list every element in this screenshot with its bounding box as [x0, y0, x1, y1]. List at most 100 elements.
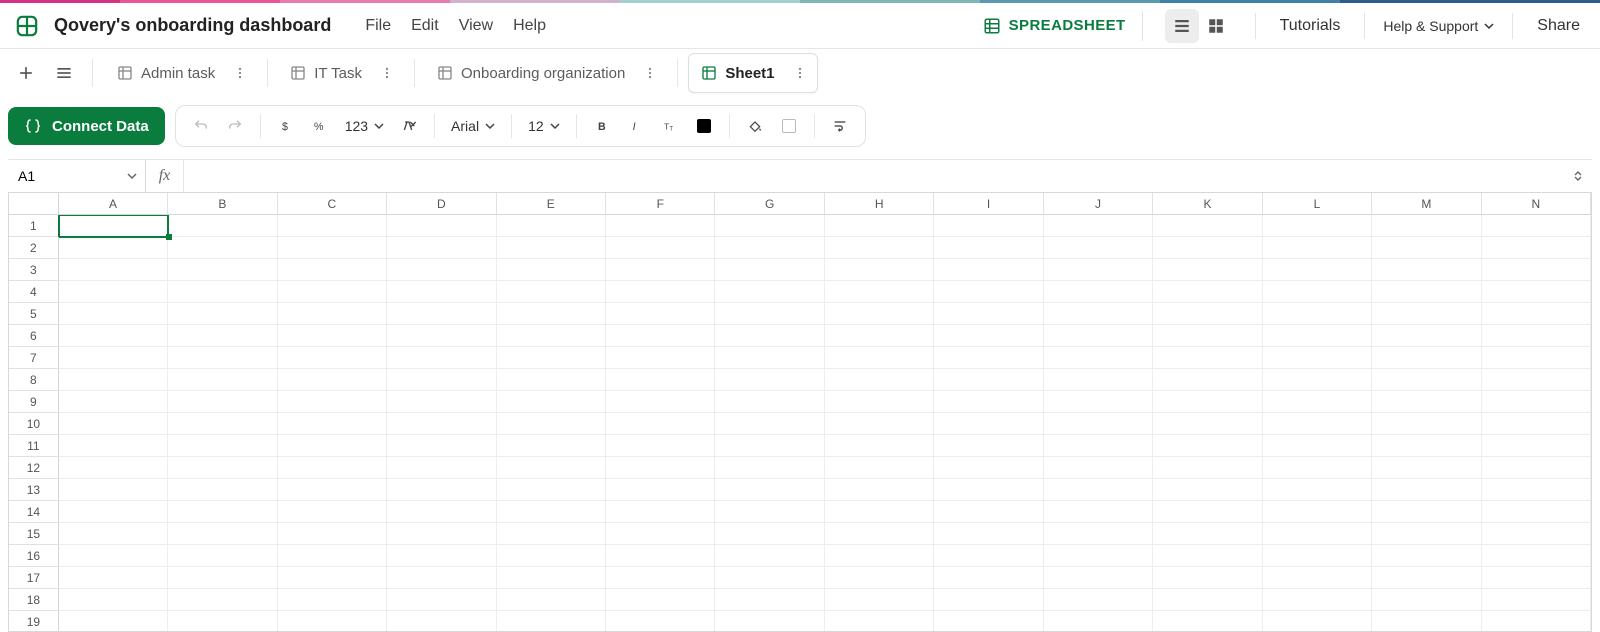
row-header[interactable]: 1 — [9, 215, 59, 237]
cell[interactable] — [934, 611, 1043, 632]
cell[interactable] — [1153, 369, 1262, 391]
cell[interactable] — [278, 611, 387, 632]
cell[interactable] — [1153, 523, 1262, 545]
cell[interactable] — [1044, 457, 1153, 479]
cell[interactable] — [1044, 479, 1153, 501]
cell[interactable] — [59, 413, 168, 435]
cell[interactable] — [278, 281, 387, 303]
cell[interactable] — [1263, 391, 1372, 413]
cell[interactable] — [497, 457, 606, 479]
cell[interactable] — [934, 479, 1043, 501]
cell[interactable] — [715, 479, 824, 501]
cell[interactable] — [1263, 369, 1372, 391]
cell[interactable] — [59, 611, 168, 632]
strikethrough-button[interactable]: TT — [655, 111, 685, 141]
cell[interactable] — [59, 237, 168, 259]
cell[interactable] — [59, 567, 168, 589]
cell[interactable] — [1263, 347, 1372, 369]
cell[interactable] — [934, 259, 1043, 281]
cell[interactable] — [1482, 303, 1591, 325]
cell[interactable] — [1153, 347, 1262, 369]
cell[interactable] — [278, 567, 387, 589]
cell[interactable] — [1372, 259, 1481, 281]
cell[interactable] — [715, 457, 824, 479]
cell[interactable] — [1372, 435, 1481, 457]
cell[interactable] — [1482, 413, 1591, 435]
row-header[interactable]: 19 — [9, 611, 59, 632]
cell[interactable] — [1482, 479, 1591, 501]
connect-data-button[interactable]: Connect Data — [8, 107, 165, 145]
cell[interactable] — [1372, 545, 1481, 567]
cell[interactable] — [1263, 501, 1372, 523]
cell[interactable] — [1263, 237, 1372, 259]
cell[interactable] — [278, 457, 387, 479]
sheet-tab[interactable]: Onboarding organization — [425, 53, 667, 93]
percent-format-button[interactable]: % — [305, 111, 335, 141]
cell[interactable] — [168, 325, 277, 347]
cell[interactable] — [934, 369, 1043, 391]
cell[interactable] — [387, 413, 496, 435]
cell[interactable] — [387, 259, 496, 281]
view-dashboard-toggle[interactable] — [1199, 9, 1233, 43]
cell[interactable] — [497, 589, 606, 611]
cell[interactable] — [1153, 215, 1262, 237]
clear-format-button[interactable] — [394, 111, 424, 141]
add-sheet-button[interactable] — [10, 57, 42, 89]
menu-file[interactable]: File — [355, 11, 401, 41]
cell[interactable] — [168, 589, 277, 611]
cell[interactable] — [168, 435, 277, 457]
cell[interactable] — [606, 479, 715, 501]
cell[interactable] — [715, 501, 824, 523]
cell[interactable] — [606, 435, 715, 457]
cell[interactable] — [387, 523, 496, 545]
cell[interactable] — [1372, 457, 1481, 479]
cell[interactable] — [1044, 523, 1153, 545]
cell[interactable] — [1044, 237, 1153, 259]
cell[interactable] — [1372, 589, 1481, 611]
cell[interactable] — [1482, 391, 1591, 413]
cell[interactable] — [59, 347, 168, 369]
cell[interactable] — [1153, 501, 1262, 523]
cell[interactable] — [59, 369, 168, 391]
cell[interactable] — [59, 281, 168, 303]
cell[interactable] — [1482, 369, 1591, 391]
cell[interactable] — [606, 545, 715, 567]
cell[interactable] — [1482, 501, 1591, 523]
cell[interactable] — [1372, 567, 1481, 589]
cell[interactable] — [934, 589, 1043, 611]
cell[interactable] — [278, 237, 387, 259]
cell[interactable] — [278, 435, 387, 457]
spreadsheet-grid[interactable]: ABCDEFGHIJKLMN12345678910111213141516171… — [8, 193, 1592, 632]
cell[interactable] — [715, 611, 824, 632]
wrap-dropdown[interactable] — [825, 111, 855, 141]
cell[interactable] — [606, 567, 715, 589]
cell[interactable] — [715, 369, 824, 391]
cell[interactable] — [168, 413, 277, 435]
column-header[interactable]: K — [1153, 193, 1262, 215]
cell[interactable] — [825, 347, 934, 369]
cell[interactable] — [1372, 325, 1481, 347]
cell[interactable] — [1263, 215, 1372, 237]
cell[interactable] — [1482, 237, 1591, 259]
cell[interactable] — [387, 435, 496, 457]
document-title[interactable]: Qovery's onboarding dashboard — [54, 15, 331, 36]
cell[interactable] — [934, 215, 1043, 237]
cell[interactable] — [1263, 611, 1372, 632]
cell[interactable] — [59, 391, 168, 413]
italic-button[interactable]: I — [621, 111, 651, 141]
row-header[interactable]: 6 — [9, 325, 59, 347]
row-header[interactable]: 5 — [9, 303, 59, 325]
share-button[interactable]: Share — [1531, 13, 1586, 39]
cell[interactable] — [1263, 303, 1372, 325]
cell[interactable] — [934, 457, 1043, 479]
cell[interactable] — [825, 611, 934, 632]
cell[interactable] — [387, 611, 496, 632]
cell[interactable] — [497, 413, 606, 435]
cell[interactable] — [497, 347, 606, 369]
column-header[interactable]: F — [606, 193, 715, 215]
cell[interactable] — [497, 237, 606, 259]
cell[interactable] — [1372, 215, 1481, 237]
cell[interactable] — [715, 567, 824, 589]
undo-button[interactable] — [186, 111, 216, 141]
cell[interactable] — [825, 237, 934, 259]
